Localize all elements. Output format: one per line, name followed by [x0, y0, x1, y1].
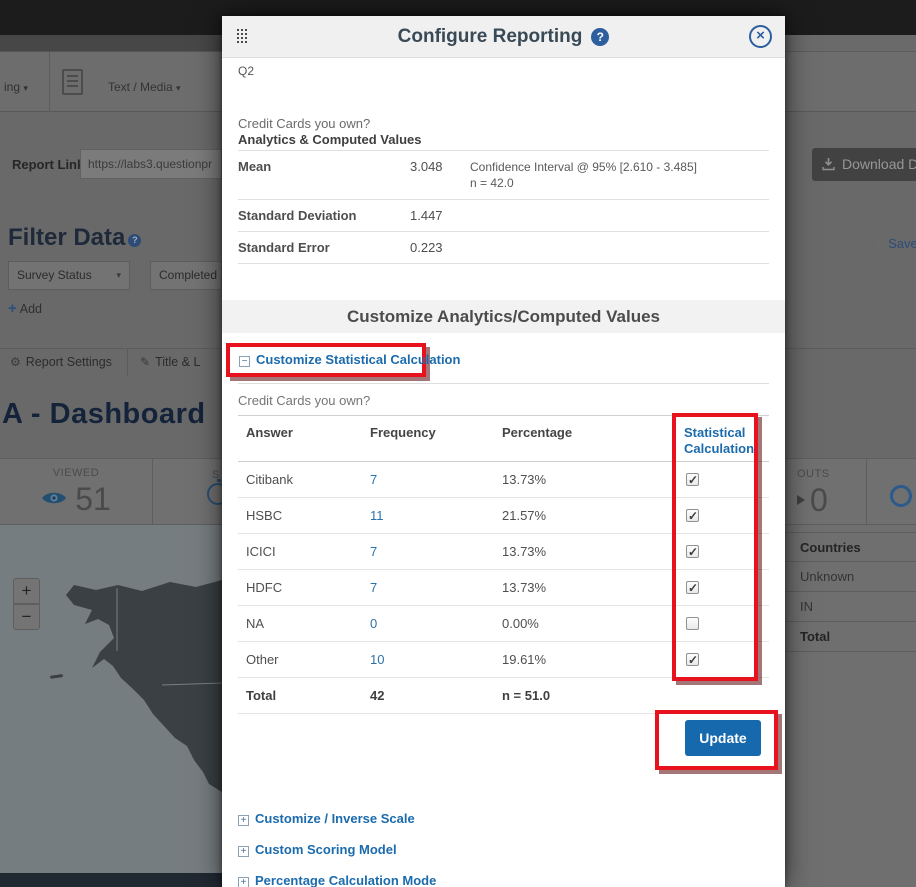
sample-size-note: n = 42.0 [470, 175, 769, 191]
frequency-link[interactable]: 11 [370, 508, 384, 523]
stat-card-viewed: VIEWED 51 [0, 467, 152, 518]
question-code: Q2 [238, 64, 254, 78]
dropouts-label-partial: OUTS [797, 468, 830, 480]
help-icon[interactable]: ? [128, 234, 141, 247]
frequency-link[interactable]: 10 [370, 652, 384, 667]
tab-title-logo[interactable]: ✎Title & L [140, 349, 200, 376]
eye-icon [41, 490, 67, 506]
collapsed-sections: + Customize / Inverse Scale + Custom Scori… [238, 810, 436, 887]
confidence-interval-note: Confidence Interval @ 95% [2.610 - 3.485… [470, 159, 769, 175]
analytics-table: Mean 3.048 Confidence Interval @ 95% [2.… [238, 150, 769, 264]
question-text: Credit Cards you own? [238, 116, 370, 131]
tab-report-settings[interactable]: ⚙Report Settings [10, 349, 112, 376]
sub-nav-strip-right [785, 35, 916, 52]
col-header-answer: Answer [238, 416, 370, 461]
expand-icon[interactable]: + [238, 846, 249, 857]
annotation-box-stat-calculation: −Customize Statistical Calculation [226, 343, 426, 377]
completed-dropdown[interactable]: Completed [150, 261, 222, 290]
customize-statistical-calculation-link[interactable]: Customize Statistical Calculation [256, 352, 460, 367]
col-header-percentage: Percentage [502, 416, 684, 461]
viewed-label: VIEWED [0, 467, 152, 479]
save-report-link[interactable]: ✎Save [874, 236, 916, 251]
expand-icon[interactable]: + [238, 877, 249, 887]
table-total-row: Total 42 n = 51.0 [238, 678, 769, 714]
chevron-down-icon: ▾ [23, 83, 28, 93]
analytics-heading: Analytics & Computed Values [238, 132, 422, 147]
viewed-value: 51 [75, 481, 111, 517]
dropouts-value: 0 [810, 482, 828, 518]
toolbar-divider [49, 52, 50, 112]
collapse-icon[interactable]: − [239, 356, 250, 367]
customize-inverse-scale-link[interactable]: Customize / Inverse Scale [255, 811, 415, 826]
configure-reporting-modal: Configure Reporting ? × Q2 Credit Cards … [222, 16, 785, 887]
survey-status-dropdown[interactable]: Survey Status▾ [8, 261, 130, 290]
drag-handle-icon[interactable] [237, 29, 239, 31]
analytics-row-mean: Mean 3.048 Confidence Interval @ 95% [2.… [238, 150, 769, 199]
stat-divider [866, 459, 867, 525]
completion-rate-icon [890, 485, 912, 507]
custom-scoring-model-link[interactable]: Custom Scoring Model [255, 842, 397, 857]
chevron-down-icon: ▾ [116, 262, 121, 289]
pencil-icon: ✎ [140, 355, 150, 369]
annotation-box-checkbox-column [672, 413, 758, 681]
report-link-label: Report Link [12, 157, 84, 172]
close-icon[interactable]: × [749, 25, 772, 48]
modal-title: Configure Reporting [398, 26, 583, 48]
percentage-calculation-mode-link[interactable]: Percentage Calculation Mode [255, 873, 436, 887]
question-text-repeat: Credit Cards you own? [238, 393, 370, 408]
pencil-icon: ✎ [874, 237, 884, 251]
plus-icon: + [8, 300, 17, 317]
modal-header: Configure Reporting ? × [222, 16, 785, 58]
tab-divider [127, 349, 128, 376]
report-link-input[interactable]: https://labs3.questionpr [80, 149, 222, 179]
frequency-link[interactable]: 7 [370, 580, 377, 595]
expand-icon[interactable]: + [238, 815, 249, 826]
stat-card-dropouts: 0 [797, 482, 828, 519]
add-filter-button[interactable]: +Add [8, 300, 42, 317]
country-row: Unknown [785, 562, 916, 592]
toolbar-partial-button[interactable]: ing ▾ [4, 80, 28, 94]
annotation-box-update: Update [655, 710, 778, 770]
country-row: IN [785, 592, 916, 622]
countries-panel: Countries Unknown IN Total [785, 525, 916, 887]
frequency-link[interactable]: 0 [370, 616, 377, 631]
gear-icon: ⚙ [10, 355, 21, 369]
text-media-icon [62, 69, 83, 95]
customize-section-header: Customize Analytics/Computed Values [222, 300, 785, 333]
frequency-link[interactable]: 7 [370, 544, 377, 559]
countries-header: Countries [785, 532, 916, 562]
map-zoom-out-button[interactable]: − [13, 604, 40, 630]
download-icon [822, 157, 835, 171]
download-data-button[interactable]: Download Da [812, 148, 916, 181]
dropout-icon [797, 495, 805, 505]
help-icon[interactable]: ? [591, 28, 609, 46]
stat-divider [152, 459, 153, 525]
countries-total-row: Total [785, 622, 916, 652]
analytics-row-stddev: Standard Deviation 1.447 [238, 199, 769, 231]
screen: ing ▾ Text / Media ▾ Report Link https:/… [0, 0, 916, 887]
map-zoom-in-button[interactable]: + [13, 578, 40, 604]
col-header-frequency: Frequency [370, 416, 502, 461]
text-media-button[interactable]: Text / Media ▾ [108, 80, 181, 94]
dashboard-title: A - Dashboard [2, 398, 206, 431]
chevron-down-icon: ▾ [176, 83, 181, 93]
filter-data-title: Filter Data? [8, 224, 141, 252]
sub-nav-strip-left [0, 35, 222, 52]
update-button[interactable]: Update [685, 720, 761, 756]
divider [238, 383, 769, 384]
analytics-row-stderr: Standard Error 0.223 [238, 231, 769, 264]
frequency-link[interactable]: 7 [370, 472, 377, 487]
